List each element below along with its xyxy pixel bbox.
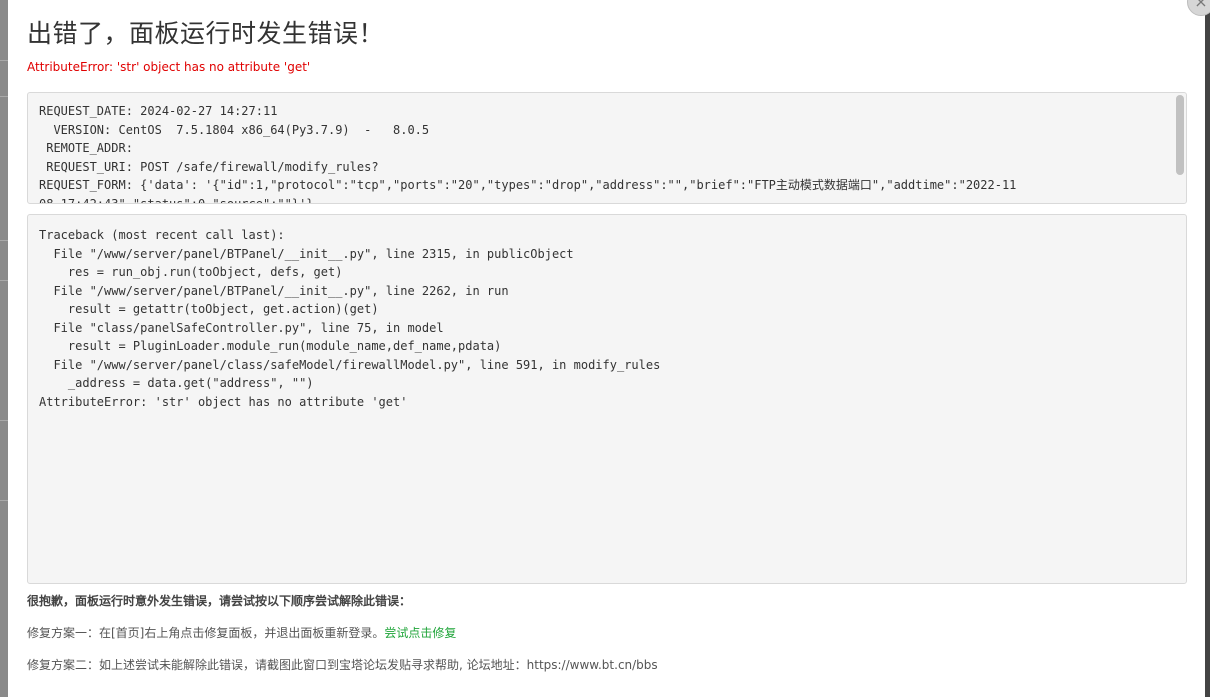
traceback-line: res = run_obj.run(toObject, defs, get) (39, 265, 343, 279)
background-divider (0, 60, 8, 61)
request-line: 08 17:42:43","status":0,"source":""}'} (39, 196, 314, 204)
request-line: REQUEST_DATE: 2024-02-27 14:27:11 (39, 104, 278, 118)
fix-option-one-text: 修复方案一：在[首页]右上角点击修复面板，并退出面板重新登录。 (27, 626, 385, 640)
background-divider (0, 240, 8, 241)
traceback-line: _address = data.get("address", "") (39, 376, 314, 390)
repair-link[interactable]: 尝试点击修复 (384, 626, 456, 640)
traceback-line: Traceback (most recent call last): (39, 228, 285, 242)
request-line: REQUEST_FORM: {'data': '{"id":1,"protoco… (39, 178, 1017, 192)
background-right-edge (1205, 0, 1210, 697)
traceback-line: File "/www/server/panel/BTPanel/__init__… (39, 246, 574, 261)
request-line: REQUEST_URI: POST /safe/firewall/modify_… (39, 159, 379, 174)
background-panel-edge (0, 0, 8, 697)
traceback-line: AttributeError: 'str' object has no attr… (39, 394, 408, 409)
request-line: VERSION: CentOS 7.5.1804 x86_64(Py3.7.9)… (39, 122, 430, 137)
request-line: REMOTE_ADDR: (39, 141, 141, 155)
error-dialog: × 出错了，面板运行时发生错误！ AttributeError: 'str' o… (8, 0, 1210, 697)
background-divider (0, 420, 8, 421)
background-divider (0, 500, 8, 501)
close-button[interactable]: × (1187, 0, 1210, 16)
background-divider (0, 280, 8, 281)
close-icon: × (1194, 0, 1208, 11)
traceback-box: Traceback (most recent call last): File … (27, 214, 1187, 584)
request-box-scrollbar[interactable] (1176, 95, 1184, 175)
error-message: AttributeError: 'str' object has no attr… (27, 60, 311, 74)
dialog-title: 出错了，面板运行时发生错误！ (27, 19, 385, 48)
background-divider (0, 96, 8, 97)
traceback-line: result = getattr(toObject, get.action)(g… (39, 302, 379, 316)
traceback-line: File "/www/server/panel/class/safeModel/… (39, 357, 661, 372)
traceback-line: File "/www/server/panel/BTPanel/__init__… (39, 283, 509, 298)
fix-option-two: 修复方案二：如上述尝试未能解除此错误，请截图此窗口到宝塔论坛发贴寻求帮助, 论坛… (27, 658, 658, 672)
request-info-box[interactable]: REQUEST_DATE: 2024-02-27 14:27:11 VERSIO… (27, 92, 1187, 204)
help-heading: 很抱歉，面板运行时意外发生错误，请尝试按以下顺序尝试解除此错误： (27, 594, 412, 608)
fix-option-one: 修复方案一：在[首页]右上角点击修复面板，并退出面板重新登录。尝试点击修复 (27, 624, 456, 641)
traceback-line: result = PluginLoader.module_run(module_… (39, 339, 502, 353)
traceback-line: File "class/panelSafeController.py", lin… (39, 320, 444, 335)
